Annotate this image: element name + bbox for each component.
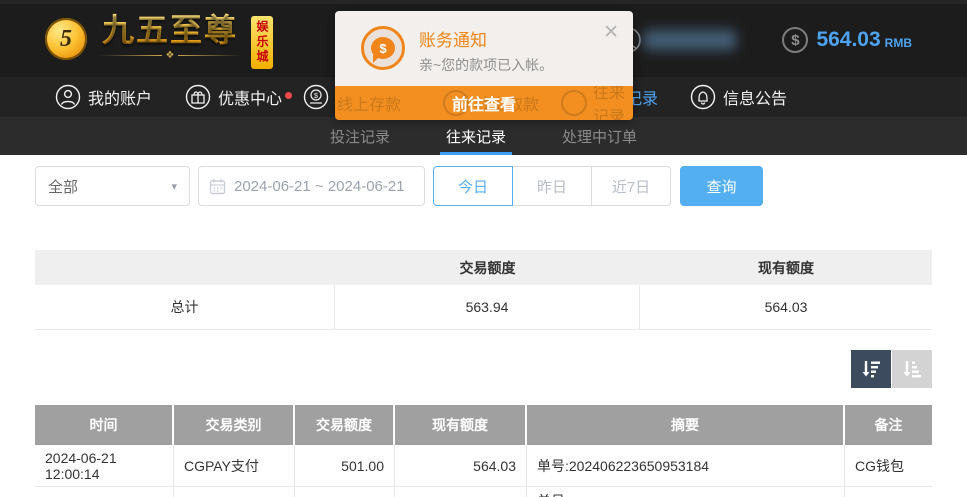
ghost-nav-records: 往来记录: [593, 86, 633, 120]
summary-table: 交易额度 现有额度 总计 563.94 564.03: [35, 250, 932, 330]
summary-header-current-amount: 现有额度: [640, 250, 932, 285]
finance-notice-icon: $: [361, 26, 405, 70]
ghost-nav-deposit: 线上存款: [337, 86, 401, 120]
sort-ascending-icon: [901, 358, 923, 380]
balance-dollar-icon: $: [782, 27, 808, 53]
balance-amount[interactable]: 564.03: [816, 28, 880, 52]
table-row: 2024-06-21 12:00:14 CGPAY支付 501.00 564.0…: [35, 445, 932, 487]
tab-transaction-records[interactable]: 往来记录: [432, 117, 520, 155]
date-range-input[interactable]: 2024-06-21 ~ 2024-06-21: [198, 166, 425, 206]
sort-ascending-button[interactable]: [892, 350, 932, 388]
records-header-row: 时间 交易类别 交易额度 现有额度 摘要 备注: [35, 405, 932, 445]
cell-current-amount: 564.03: [395, 445, 527, 486]
nav-item-announcements[interactable]: 信息公告: [690, 77, 787, 117]
summary-total-label: 总计: [35, 285, 335, 329]
col-header-remark: 备注: [845, 405, 932, 445]
toast-title: 账务通知: [419, 26, 487, 51]
summary-total-row: 总计 563.94 564.03: [35, 285, 932, 330]
notification-toast: $ 账务通知 亲~您的款项已入帐。 ✕ 线上存款 线上取款 往来记录 前往查看: [335, 11, 633, 120]
quick-date-button-group: 今日 昨日 近7日: [433, 166, 671, 206]
summary-header-trade-amount: 交易额度: [335, 250, 640, 285]
brand-title: 九五至尊: [102, 12, 238, 48]
cell-type: [174, 487, 295, 497]
toast-message: 亲~您的款项已入帐。: [419, 55, 553, 75]
cell-summary: 单号:202406223650953184: [527, 445, 845, 486]
col-header-trade-amount: 交易额度: [295, 405, 395, 445]
username-redacted: [644, 30, 736, 50]
toast-action-button[interactable]: 线上存款 线上取款 往来记录 前往查看: [335, 86, 633, 120]
logo-coin-icon: 5: [45, 18, 87, 60]
close-icon[interactable]: ✕: [603, 23, 619, 42]
nav-item-my-account[interactable]: 我的账户: [55, 77, 152, 117]
calendar-icon: [209, 178, 226, 195]
table-row-partial: 单号:: [35, 487, 932, 497]
cell-trade-amount: [295, 487, 395, 497]
record-tabs: 投注记录 往来记录 处理中订单: [0, 117, 967, 155]
gift-icon: [185, 84, 211, 110]
brand-badge: 娱乐城: [251, 16, 273, 69]
dollar-bubble-icon: $: [371, 37, 395, 59]
sort-descending-icon: [860, 358, 882, 380]
deposit-icon: $: [303, 84, 329, 110]
sort-controls: [851, 350, 932, 388]
nav-item-promo-center[interactable]: 优惠中心: [185, 77, 282, 117]
col-header-current-amount: 现有额度: [395, 405, 527, 445]
summary-header-row: 交易额度 现有额度: [35, 250, 932, 285]
logo-flourish-ornament: ❖: [95, 50, 245, 60]
col-header-summary: 摘要: [527, 405, 845, 445]
col-header-type: 交易类别: [174, 405, 295, 445]
search-button[interactable]: 查询: [680, 166, 763, 206]
cell-remark: [845, 487, 932, 497]
summary-current-amount-value: 564.03: [640, 285, 932, 329]
records-table: 时间 交易类别 交易额度 现有额度 摘要 备注 2024-06-21 12:00…: [35, 405, 932, 497]
cell-remark: CG钱包: [845, 445, 932, 486]
yesterday-button[interactable]: 昨日: [512, 166, 592, 206]
cell-summary: 单号:: [527, 487, 845, 497]
summary-header-empty: [35, 250, 335, 285]
cell-type: CGPAY支付: [174, 445, 295, 486]
last-7-days-button[interactable]: 近7日: [591, 166, 671, 206]
account-summary: $ 564.03 RMB: [614, 26, 912, 54]
type-filter-select[interactable]: 全部 ▾: [35, 166, 190, 206]
tab-processing-orders[interactable]: 处理中订单: [548, 117, 651, 155]
account-icon: [55, 84, 81, 110]
cell-time: 2024-06-21 12:00:14: [35, 445, 174, 486]
svg-text:$: $: [314, 93, 318, 100]
page: 5 九五至尊 ❖ 娱乐城 $ 564.03 RMB: [0, 0, 967, 497]
tab-bet-records[interactable]: 投注记录: [316, 117, 404, 155]
cell-trade-amount: 501.00: [295, 445, 395, 486]
site-logo[interactable]: 5 九五至尊 ❖ 娱乐城: [45, 12, 273, 69]
toast-body: $ 账务通知 亲~您的款项已入帐。 ✕: [335, 11, 633, 86]
cell-time: [35, 487, 174, 497]
cell-current-amount: [395, 487, 527, 497]
promo-notification-dot: [285, 92, 292, 99]
chevron-down-icon: ▾: [171, 180, 177, 193]
col-header-time: 时间: [35, 405, 174, 445]
ghost-records-icon: [561, 90, 587, 116]
summary-trade-amount-value: 563.94: [335, 285, 640, 329]
sort-descending-button[interactable]: [851, 350, 891, 388]
bell-icon: [690, 84, 716, 110]
today-button[interactable]: 今日: [433, 166, 513, 206]
balance-currency: RMB: [885, 36, 912, 50]
